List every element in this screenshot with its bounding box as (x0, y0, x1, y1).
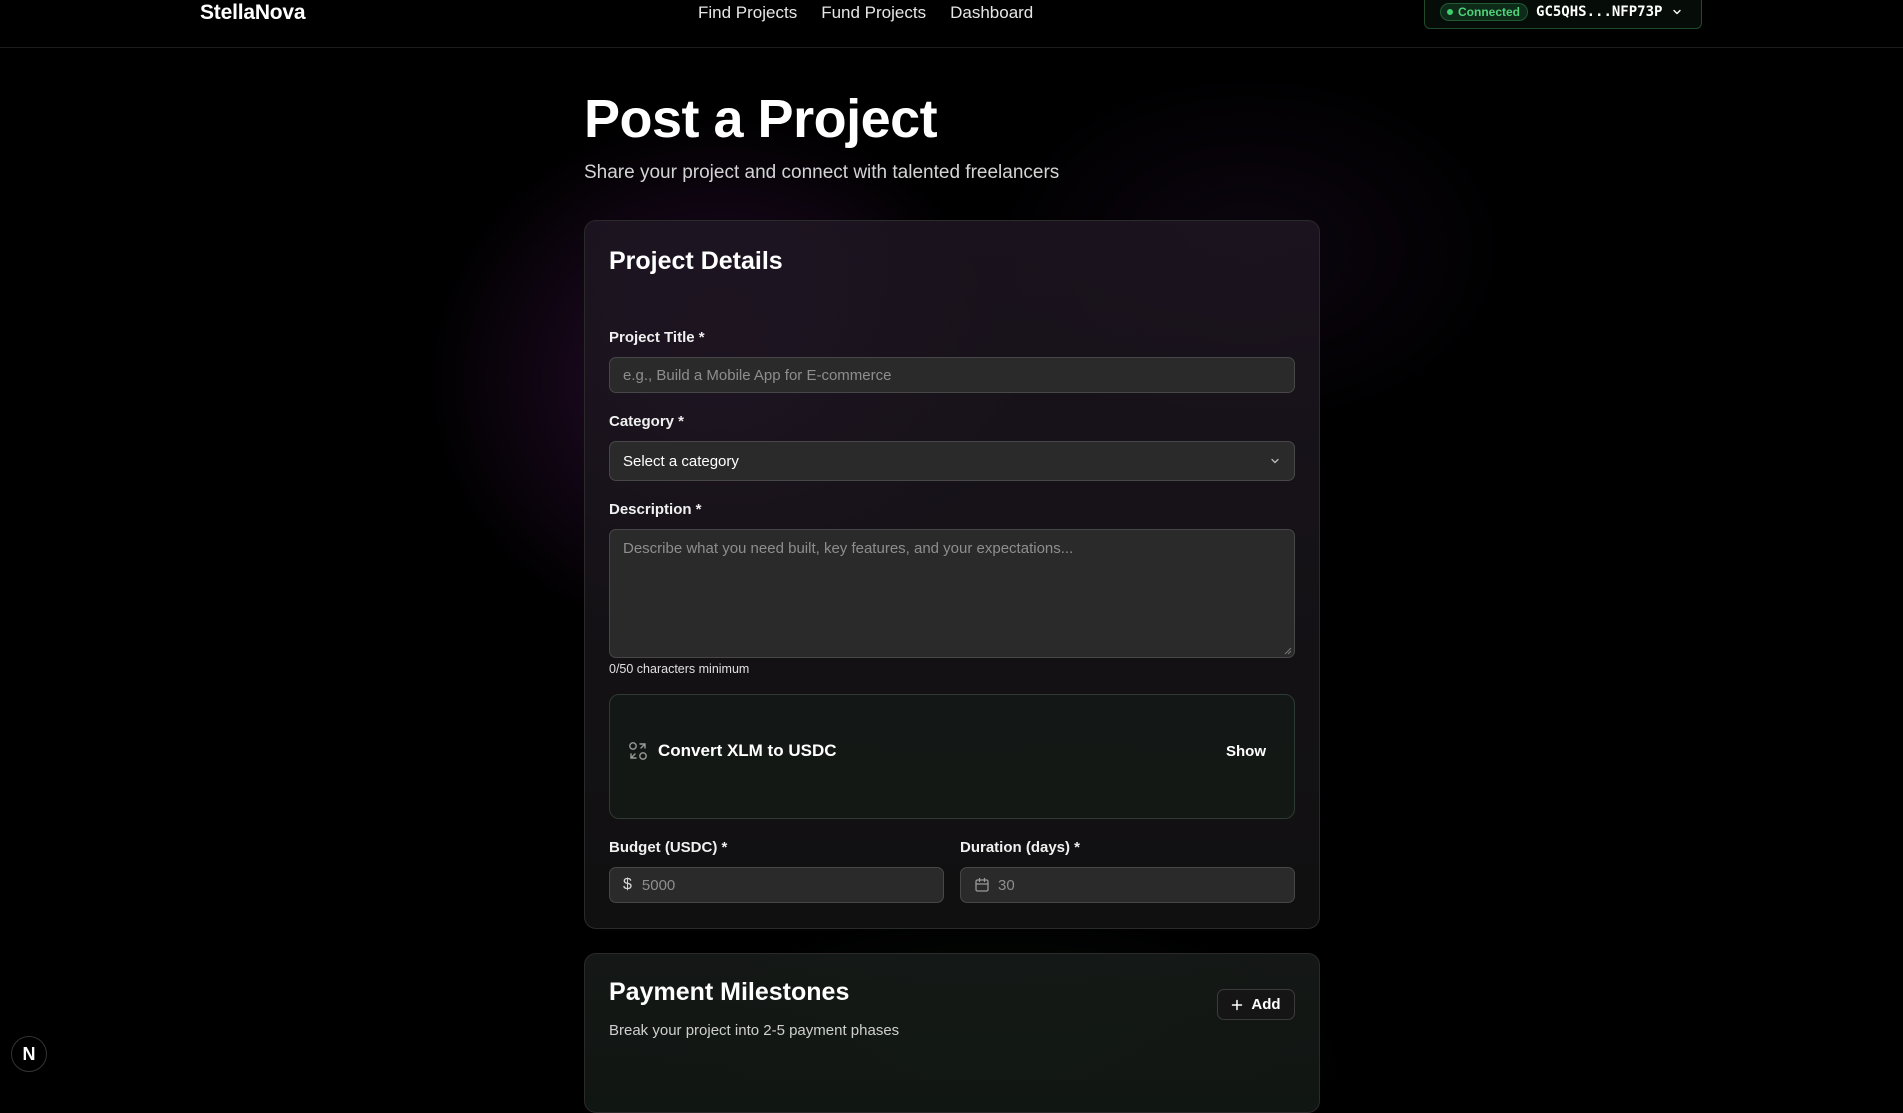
category-select[interactable]: Select a category (609, 441, 1295, 481)
duration-label: Duration (days) * (960, 839, 1081, 856)
project-details-title: Project Details (609, 247, 783, 275)
duration-field[interactable] (960, 867, 1295, 903)
resize-handle-icon[interactable] (1284, 647, 1292, 655)
project-details-card: Project Details Project Title * Category… (584, 220, 1320, 929)
add-milestone-button[interactable]: Add (1217, 989, 1295, 1020)
wallet-button[interactable]: Connected GC5QHS...NFP73P (1424, 0, 1702, 29)
payment-milestones-card: Payment Milestones Break your project in… (584, 953, 1320, 1113)
description-textarea[interactable] (623, 540, 1281, 650)
dollar-icon: $ (623, 876, 632, 893)
dev-tools-badge[interactable]: N (11, 1036, 47, 1072)
convert-xlm-panel: Convert XLM to USDC Show (609, 694, 1295, 819)
add-milestone-label: Add (1251, 996, 1281, 1013)
payment-milestones-subtitle: Break your project into 2-5 payment phas… (609, 1022, 900, 1039)
page-title: Post a Project (584, 89, 938, 149)
nav-find-projects[interactable]: Find Projects (698, 3, 797, 23)
convert-title: Convert XLM to USDC (658, 741, 837, 760)
category-label: Category * (609, 413, 685, 430)
description-label: Description * (609, 501, 702, 518)
plus-icon (1232, 999, 1243, 1010)
project-title-input[interactable] (623, 366, 1281, 384)
connection-status-badge: Connected (1440, 2, 1529, 21)
duration-input[interactable] (998, 876, 1281, 894)
category-selected-value: Select a category (623, 452, 739, 470)
project-title-field[interactable] (609, 357, 1295, 393)
main-nav: Find Projects Fund Projects Dashboard (698, 3, 1033, 23)
budget-label: Budget (USDC) * (609, 839, 728, 856)
budget-field[interactable]: $ (609, 867, 944, 903)
description-char-count: 0/50 characters minimum (609, 662, 750, 676)
logo[interactable]: StellaNova (200, 1, 306, 25)
top-navbar: StellaNova Find Projects Fund Projects D… (0, 0, 1903, 48)
connection-status-text: Connected (1458, 4, 1521, 19)
chevron-down-icon (1271, 458, 1279, 464)
nextjs-logo-icon: N (22, 1043, 36, 1064)
chevron-down-icon (1673, 9, 1682, 14)
status-dot-icon (1447, 8, 1453, 15)
page-subtitle: Share your project and connect with tale… (584, 162, 1060, 183)
description-field[interactable] (609, 529, 1295, 658)
calendar-icon (975, 877, 989, 892)
nav-fund-projects[interactable]: Fund Projects (821, 3, 926, 23)
nav-dashboard[interactable]: Dashboard (950, 3, 1033, 23)
convert-show-button[interactable]: Show (1216, 737, 1276, 765)
exchange-icon (629, 742, 647, 760)
payment-milestones-title: Payment Milestones (609, 978, 850, 1006)
wallet-address: GC5QHS...NFP73P (1536, 3, 1663, 20)
budget-input[interactable] (641, 876, 930, 894)
project-title-label: Project Title * (609, 329, 705, 346)
